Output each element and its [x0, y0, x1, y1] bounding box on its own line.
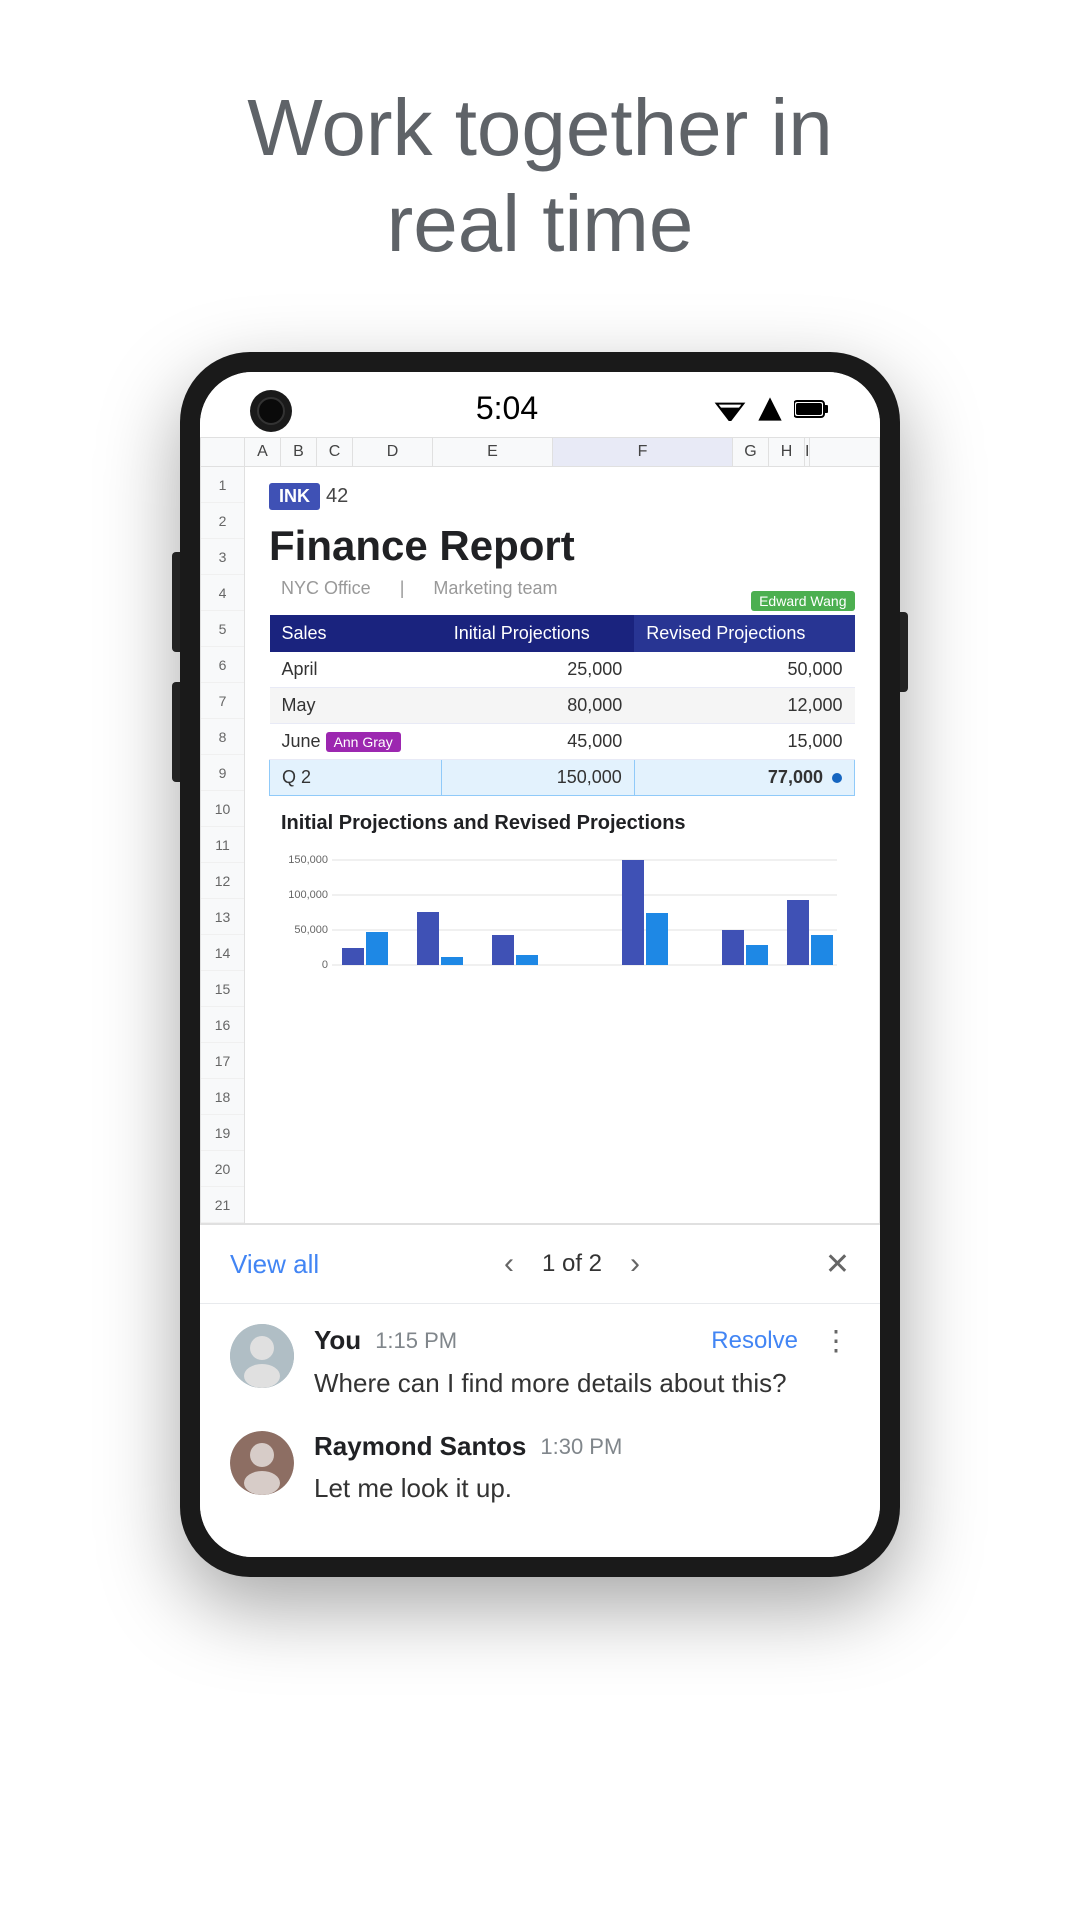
resolve-button[interactable]: Resolve [711, 1327, 798, 1355]
col-header-f: F [553, 438, 733, 466]
wifi-icon [714, 397, 746, 421]
row-numbers: 1 2 3 4 5 6 7 8 9 10 11 12 13 14 [201, 467, 245, 1223]
doc-title: Finance Report [269, 522, 855, 570]
finance-table: Sales Initial Projections Revised Projec… [269, 615, 855, 796]
comment-author: You [314, 1325, 361, 1356]
avatar [230, 1324, 294, 1388]
chart-title: Initial Projections and Revised Projecti… [281, 812, 843, 835]
col-header-h: H [769, 438, 805, 466]
avatar-you-image [230, 1324, 294, 1388]
comment-item: You 1:15 PM Resolve ⋮ Where can I find m… [230, 1324, 850, 1401]
close-button[interactable]: ✕ [825, 1247, 850, 1282]
comment-header: Raymond Santos 1:30 PM [314, 1431, 850, 1462]
comment-panel: View all ‹ 1 of 2 › ✕ [200, 1224, 880, 1557]
col-header-i: I [805, 438, 810, 466]
avatar [230, 1431, 294, 1495]
comment-item: Raymond Santos 1:30 PM Let me look it up… [230, 1431, 850, 1506]
view-all-button[interactable]: View all [230, 1249, 319, 1280]
th-initial: Initial Projections [442, 615, 635, 652]
pagination-text: 1 of 2 [542, 1250, 602, 1278]
svg-text:150,000: 150,000 [288, 854, 328, 866]
table-wrapper: Sales Initial Projections Revised Projec… [269, 615, 855, 796]
table-header-row: Sales Initial Projections Revised Projec… [270, 615, 855, 652]
prev-button[interactable]: ‹ [496, 1243, 522, 1285]
camera-cutout [250, 390, 292, 432]
sheet-body: 1 2 3 4 5 6 7 8 9 10 11 12 13 14 [201, 467, 879, 1223]
next-button[interactable]: › [622, 1243, 648, 1285]
spreadsheet: A B C D E F G H I 1 2 3 4 [200, 437, 880, 1224]
pagination-controls: ‹ 1 of 2 › [496, 1243, 648, 1285]
comment-toolbar[interactable]: View all ‹ 1 of 2 › ✕ [200, 1225, 880, 1304]
document-content: INK 42 Finance Report NYC Office | Marke… [245, 467, 879, 1013]
th-revised: Revised Projections Edward Wang [634, 615, 854, 652]
bar-chart: 150,000 100,000 50,000 0 [281, 845, 843, 985]
svg-text:100,000: 100,000 [288, 889, 328, 901]
col-header-d: D [353, 438, 433, 466]
chart-area: 150,000 100,000 50,000 0 [281, 845, 843, 985]
status-bar: 5:04 [200, 372, 880, 437]
comment-author: Raymond Santos [314, 1431, 526, 1462]
comment-body: You 1:15 PM Resolve ⋮ Where can I find m… [314, 1324, 850, 1401]
edward-wang-badge: Edward Wang [751, 591, 854, 611]
chart-section: Initial Projections and Revised Projecti… [269, 812, 855, 997]
comment-time: 1:30 PM [540, 1434, 622, 1460]
th-sales: Sales [270, 615, 442, 652]
phone-mockup: 5:04 [180, 352, 900, 1577]
svg-text:0: 0 [322, 959, 328, 971]
signal-icon [756, 395, 784, 423]
comment-time: 1:15 PM [375, 1328, 457, 1354]
sheet-content-area: INK 42 Finance Report NYC Office | Marke… [245, 467, 879, 1223]
camera-lens [257, 397, 285, 425]
comment-text: Where can I find more details about this… [314, 1365, 850, 1401]
svg-text:50,000: 50,000 [294, 924, 328, 936]
ink-number: 42 [326, 485, 348, 508]
battery-icon [794, 399, 830, 419]
avatar-raymond-image [230, 1431, 294, 1495]
blue-dot-indicator [832, 773, 842, 783]
phone-screen: 5:04 [200, 372, 880, 1557]
table-row: May 80,000 12,000 [270, 688, 855, 724]
ink-badge-row: INK 42 [269, 483, 348, 510]
more-options-button[interactable]: ⋮ [822, 1324, 850, 1357]
table-row: June Ann Gray 45,000 15,000 [270, 724, 855, 760]
column-headers: A B C D E F G H I [201, 438, 879, 467]
status-time: 5:04 [476, 390, 538, 427]
col-header-b: B [281, 438, 317, 466]
hero-title: Work together in real time [187, 80, 892, 272]
comment-body: Raymond Santos 1:30 PM Let me look it up… [314, 1431, 850, 1506]
comment-text: Let me look it up. [314, 1470, 850, 1506]
phone-shell: 5:04 [180, 352, 900, 1577]
col-header-g: G [733, 438, 769, 466]
table-row: April 25,000 50,000 [270, 652, 855, 688]
col-header-e: E [433, 438, 553, 466]
status-icons [714, 395, 830, 423]
col-header-c: C [317, 438, 353, 466]
table-row-q2: Q 2 150,000 77,000 [270, 760, 855, 796]
ink-label: INK [269, 483, 320, 510]
comments-list: You 1:15 PM Resolve ⋮ Where can I find m… [200, 1304, 880, 1557]
col-header-a: A [245, 438, 281, 466]
ann-gray-badge: Ann Gray [326, 732, 401, 752]
comment-header: You 1:15 PM Resolve ⋮ [314, 1324, 850, 1357]
